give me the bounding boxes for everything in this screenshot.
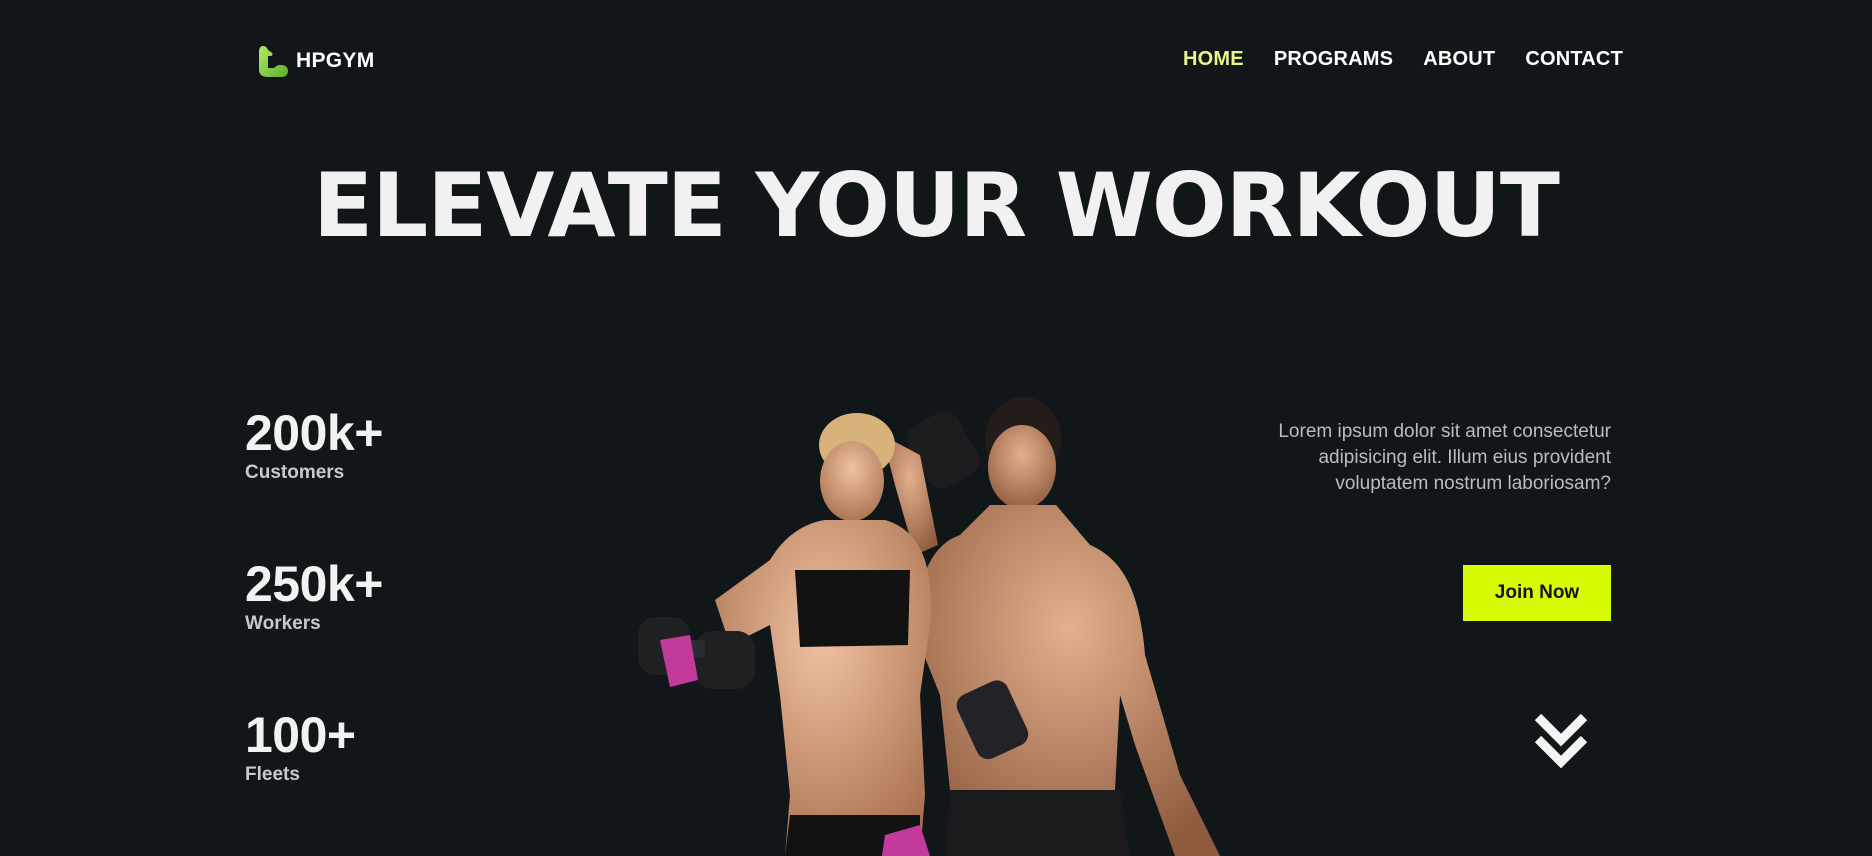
landing-page: HPGYM HOME PROGRAMS ABOUT CONTACT ELEVAT… — [0, 0, 1872, 856]
nav-item-home[interactable]: HOME — [1183, 48, 1244, 71]
flexed-bicep-icon — [259, 46, 288, 77]
hero-title-reflection: ELEVATE YOUR WORKOUT — [0, 206, 1872, 252]
athletes-image — [638, 397, 1220, 856]
stat-value: 100+ — [245, 707, 356, 763]
nav-item-programs[interactable]: PROGRAMS — [1274, 48, 1393, 71]
nav-item-contact[interactable]: CONTACT — [1525, 48, 1623, 71]
stat-value: 250k+ — [245, 556, 383, 612]
nav-item-about[interactable]: ABOUT — [1423, 48, 1495, 71]
stat-label: Workers — [245, 613, 321, 634]
join-now-button[interactable]: Join Now — [1463, 565, 1611, 621]
brand-name: HPGYM — [296, 49, 375, 72]
hero-description: Lorem ipsum dolor sit amet consectetur a… — [1278, 421, 1611, 494]
stat-value: 200k+ — [245, 405, 383, 461]
main-nav: HOME PROGRAMS ABOUT CONTACT — [1183, 48, 1623, 71]
stat-label: Fleets — [245, 764, 300, 785]
stat-workers: 250k+ Workers — [245, 557, 383, 635]
double-chevron-down-icon[interactable] — [1535, 714, 1587, 768]
stat-fleets: 100+ Fleets — [245, 708, 356, 786]
brand-logo[interactable]: HPGYM — [256, 44, 375, 78]
stat-label: Customers — [245, 462, 345, 483]
stat-customers: 200k+ Customers — [245, 406, 383, 484]
